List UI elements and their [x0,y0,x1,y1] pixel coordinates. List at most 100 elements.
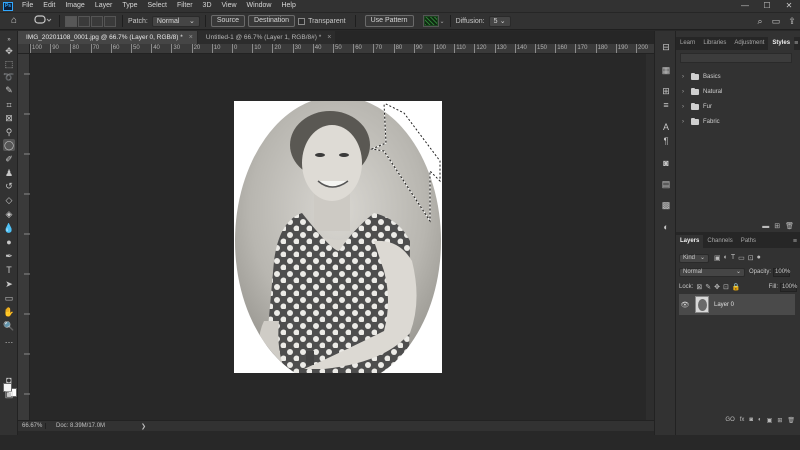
brush-icon[interactable]: ✐ [3,153,15,165]
new-style-icon[interactable]: ⊞ [774,222,780,230]
tab-img-20201108[interactable]: IMG_20201108_0001.jpg @ 66.7% (Layer 0, … [18,31,197,44]
eyedropper-icon[interactable]: ⚲ [3,126,15,138]
delete-layer-icon[interactable]: 🗑 [787,417,795,424]
status-menu-button[interactable]: ❯ [141,423,146,430]
crop-icon[interactable]: ⌗ [3,99,15,111]
styles-search-input[interactable] [680,53,792,63]
blend-mode-dropdown[interactable]: Normal ⌄ [679,267,745,277]
tab-learn[interactable]: Learn [676,37,699,50]
tool-preset-picker[interactable] [34,15,54,27]
tab-untitled-1[interactable]: Untitled-1 @ 66.7% (Layer 1, RGB/8#) * × [197,31,336,44]
layer-comps-icon[interactable]: ≡ [660,99,672,111]
horizontal-ruler[interactable]: 100 90 80 70 60 50 40 30 20 10 0 10 20 30 40 50 60 70 80 90… [30,44,654,54]
source-button[interactable]: Source [210,15,246,27]
camera-icon[interactable]: ◙ [660,157,672,169]
layer-filter-dropdown[interactable]: Kind ⌄ [679,253,709,263]
menu-edit[interactable]: Edit [38,0,60,12]
lock-artboard-icon[interactable]: ⊡ [723,283,729,291]
workspace-icon[interactable]: ▭ [768,16,784,27]
style-group-fabric[interactable]: › Fabric [682,116,720,128]
new-group-icon[interactable]: ▬ [762,223,769,230]
close-icon[interactable]: × [327,31,331,44]
path-select-icon[interactable]: ➤ [3,278,15,290]
link-layers-icon[interactable]: GO [725,417,734,423]
add-mask-icon[interactable]: ◙ [749,417,753,423]
tab-paths[interactable]: Paths [737,235,760,248]
menu-filter[interactable]: Filter [172,0,198,12]
diffusion-dropdown[interactable]: 5 ⌄ [488,15,511,27]
dodge-icon[interactable]: ● [3,236,15,248]
lock-all-icon[interactable]: 🔒 [732,283,741,291]
fx-icon[interactable]: fx [740,417,745,423]
paths-icon[interactable]: ◐ [660,221,672,233]
character-icon[interactable]: A [660,121,672,133]
lock-position-icon[interactable]: ✥ [714,283,720,291]
new-layer-icon[interactable]: ⊞ [777,417,782,424]
eye-icon[interactable]: 👁 [679,301,691,309]
lock-pixels-icon[interactable]: ✎ [705,283,711,291]
close-icon[interactable]: × [189,31,193,44]
menu-3d[interactable]: 3D [198,0,217,12]
screen-mode-icon[interactable]: ▣ [3,388,15,400]
zoom-icon[interactable]: 🔍 [3,320,15,332]
style-group-fur[interactable]: › Fur [682,101,712,113]
close-window-button[interactable]: ✕ [778,0,800,12]
vertical-scrollbar[interactable] [646,54,654,420]
menu-select[interactable]: Select [143,0,172,12]
style-group-basics[interactable]: › Basics [682,71,721,83]
panel-menu-icon[interactable]: ≡ [794,40,798,47]
smart-object-filter-icon[interactable]: ⊡ [748,254,754,262]
patch-tool-icon[interactable]: ◯ [3,139,15,151]
rectangle-icon[interactable]: ▭ [3,292,15,304]
menu-type[interactable]: Type [117,0,142,12]
move-icon[interactable]: ✥ [3,45,15,57]
blur-icon[interactable]: 💧 [3,222,15,234]
properties-icon[interactable]: ▦ [660,64,672,76]
eraser-icon[interactable]: ◇ [3,194,15,206]
pattern-swatch[interactable] [422,15,439,27]
tab-adjustments[interactable]: Adjustment [730,37,768,50]
clone-stamp-icon[interactable]: ♟ [3,167,15,179]
quick-select-icon[interactable]: ✎ [3,84,15,96]
menu-help[interactable]: Help [276,0,300,12]
menu-file[interactable]: File [17,0,38,12]
adjustment-filter-icon[interactable]: ◐ [724,254,728,262]
gradient-icon[interactable]: ◈ [3,208,15,220]
add-selection-icon[interactable] [78,15,90,27]
swatches-icon[interactable]: ▤ [660,178,672,190]
tab-layers[interactable]: Layers [676,235,704,248]
search-icon[interactable]: ⌕ [752,16,768,27]
pen-icon[interactable]: ✒ [3,250,15,262]
new-selection-icon[interactable] [65,15,77,27]
shape-filter-icon[interactable]: ▭ [738,254,745,262]
panel-menu-icon[interactable]: ≡ [793,238,797,245]
gradients-icon[interactable]: ▩ [660,199,672,211]
patch-mode-dropdown[interactable]: Normal ⌄ [151,15,200,27]
tab-libraries[interactable]: Libraries [699,37,730,50]
adjustment-layer-icon[interactable]: ◐ [758,417,762,423]
delete-icon[interactable]: 🗑 [785,222,794,230]
pixel-filter-icon[interactable]: ▣ [714,254,721,262]
history-brush-icon[interactable]: ↺ [3,180,15,192]
more-tools-icon[interactable]: … [3,334,15,346]
layer-row-layer-0[interactable]: 👁 Layer 0 [679,294,795,315]
adjustments-icon[interactable]: ⊞ [660,85,672,97]
tab-styles[interactable]: Styles [768,37,795,50]
menu-view[interactable]: View [217,0,242,12]
transparent-checkbox[interactable] [298,17,306,25]
chevron-down-icon[interactable]: ⌄ [440,18,445,25]
share-icon[interactable]: ⇪ [784,16,800,27]
quick-mask-icon[interactable]: ◘ [3,374,15,386]
intersect-selection-icon[interactable] [104,15,116,27]
hand-icon[interactable]: ✋ [3,306,15,318]
paragraph-icon[interactable]: ¶ [660,135,672,147]
document-photo[interactable] [234,101,442,373]
home-icon[interactable]: ⌂ [6,14,22,28]
fill-field[interactable]: 100% [780,282,797,292]
vertical-ruler[interactable] [18,54,30,420]
use-pattern-button[interactable]: Use Pattern [364,15,414,27]
menu-window[interactable]: Window [242,0,277,12]
menu-image[interactable]: Image [60,0,89,12]
destination-button[interactable]: Destination [248,15,296,27]
menu-layer[interactable]: Layer [90,0,118,12]
